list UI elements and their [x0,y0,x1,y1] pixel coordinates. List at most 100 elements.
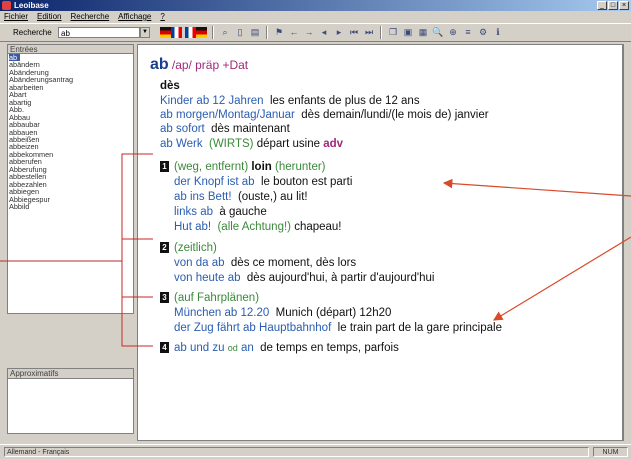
list-item-label: Abbild [9,202,30,212]
language-status: Allemand - Français [4,447,589,457]
example-line: von heute ab dès aujourd'hui, à partir d… [174,272,434,285]
example-de[interactable]: links ab [174,206,213,218]
example-de[interactable]: ab morgen/Montag/Januar [160,109,295,121]
zoom-icon[interactable]: ⊕ [447,26,459,39]
example-fr: départ usine [256,138,321,150]
example-line: links ab à gauche [174,206,267,219]
example-de[interactable]: München ab 12.20 [174,307,269,319]
example-fr: dès ce moment, dès lors [230,257,357,269]
example-de[interactable]: ab ins Bett! [174,191,232,203]
status-bar: Allemand - Français NUM [0,444,631,459]
example-line: München ab 12.20 Munich (départ) 12h20 [174,307,391,320]
example-de[interactable]: der Zug fährt ab Hauptbahnhof [174,322,331,334]
sense-label: (auf Fahrplänen) [174,292,260,304]
example-de[interactable]: der Knopf ist ab [174,176,255,188]
example-fr: chapeau! [294,221,342,233]
info-icon[interactable]: ℹ [492,26,504,39]
toolbar-separator [212,26,214,39]
sense-1-header: 1 (weg, entfernt) loin (herunter) [160,161,326,174]
example-fr: le train part de la gare principale [337,322,502,334]
prev-icon[interactable]: ◂ [318,26,330,39]
forward-icon[interactable]: → [303,26,315,39]
minimize-button[interactable]: _ [597,1,607,10]
example-line: Hut ab! (alle Achtung!) chapeau! [174,221,342,234]
example-fr: dès demain/lundi/(le mois de) janvier [301,109,489,121]
example-de[interactable]: von da ab [174,257,225,269]
sense-number: 3 [160,292,169,304]
close-button[interactable]: × [619,1,629,10]
example-de[interactable]: Kinder ab 12 Jahren [160,95,264,107]
example-de[interactable]: von heute ab [174,272,241,284]
example-fr: (ouste,) au lit! [237,191,308,203]
list-item[interactable]: abarbeiten [9,84,133,91]
sense-label: (weg, entfernt) [174,161,249,173]
list-item[interactable]: Abbild [9,203,133,210]
list-icon[interactable]: ≡ [462,26,474,39]
example-de[interactable]: Hut ab! [174,221,211,233]
toolbar: Recherche ab ▼ ⌕ ▯ ▤ ⚑ ← → ◂ ▸ ⏮ ⏭ ❐ ▣ ▦… [0,23,631,42]
example-de[interactable]: ab und zu [174,342,225,354]
search-label: Recherche [13,28,52,37]
example-line: von da ab dès ce moment, dès lors [174,257,356,270]
sense-label: (alle Achtung!) [217,221,291,233]
entries-list[interactable]: ab abändern Abänderung Abänderungsantrag aba… [7,54,134,314]
num-status: NUM [593,447,628,457]
sense-number: 2 [160,242,169,254]
left-pane: Entrées ab abändern Abänderung Abänderungsa… [7,44,134,441]
example-de[interactable]: ab sofort [160,123,205,135]
find-icon[interactable]: 🔍 [432,26,444,39]
paste-icon[interactable]: ▣ [402,26,414,39]
sense-translation: loin [251,161,272,173]
menu-help[interactable]: ? [160,11,164,23]
example-line: der Zug fährt ab Hauptbahnhof le train p… [174,322,502,335]
print-icon[interactable]: ▤ [249,26,261,39]
list-item[interactable]: abartig [9,98,133,106]
entries-header: Entrées [7,44,134,54]
settings-icon[interactable]: ⚙ [477,26,489,39]
toolbar-icons: ⌕ ▯ ▤ ⚑ ← → ◂ ▸ ⏮ ⏭ ❐ ▣ ▦ 🔍 ⊕ ≡ ⚙ ℹ [160,26,504,39]
toolbar-separator [380,26,382,39]
approximatifs-list[interactable] [7,379,134,434]
example-line: Kinder ab 12 Jahren les enfants de plus … [160,95,420,108]
german-flag-icon[interactable] [160,27,182,38]
example-de[interactable]: ab Werk [160,138,203,150]
example-fr: le bouton est parti [260,176,353,188]
example-line: ab Werk (WIRTS) départ usine adv [160,138,343,151]
main-translation: dès [160,80,180,92]
bookmark-icon[interactable]: ⚑ [273,26,285,39]
entry-pane: ab /ap/ präp +Dat dès Kinder ab 12 Jahre… [137,44,623,441]
search-dropdown-button[interactable]: ▼ [140,27,150,38]
headword: ab [150,56,169,73]
example-fr: à gauche [219,206,267,218]
page-icon[interactable]: ▯ [234,26,246,39]
search-input[interactable]: ab [58,27,140,38]
copy-icon[interactable]: ❐ [387,26,399,39]
menu-edition[interactable]: Edition [37,11,61,23]
sense-3-header: 3 (auf Fahrplänen) [160,292,259,305]
window-controls: _ □ × [597,1,629,10]
search-icon[interactable]: ⌕ [219,26,231,39]
sense-2-header: 2 (zeitlich) [160,242,217,255]
example-fr: les enfants de plus de 12 ans [269,95,420,107]
back-icon[interactable]: ← [288,26,300,39]
menu-fichier[interactable]: Fichier [4,11,28,23]
example-de[interactable]: an [241,342,254,354]
or-label: od [227,343,238,353]
example-fr: de temps en temps, parfois [260,342,399,354]
image-icon[interactable]: ▦ [417,26,429,39]
sense-number: 4 [160,342,169,354]
example-fr: dès aujourd'hui, à partir d'aujourd'hui [246,272,435,284]
maximize-button[interactable]: □ [608,1,618,10]
first-icon[interactable]: ⏮ [348,26,360,39]
vertical-scrollbar[interactable] [623,44,631,441]
example-fr: dès maintenant [211,123,290,135]
menu-affichage[interactable]: Affichage [118,11,151,23]
next-icon[interactable]: ▸ [333,26,345,39]
toolbar-separator [266,26,268,39]
example-line: der Knopf ist ab le bouton est parti [174,176,352,189]
title-bar: Leoibase _ □ × [0,0,631,11]
menu-recherche[interactable]: Recherche [70,11,109,23]
french-flag-icon[interactable] [185,27,207,38]
last-icon[interactable]: ⏭ [363,26,375,39]
domain-label: (WIRTS) [209,138,254,150]
